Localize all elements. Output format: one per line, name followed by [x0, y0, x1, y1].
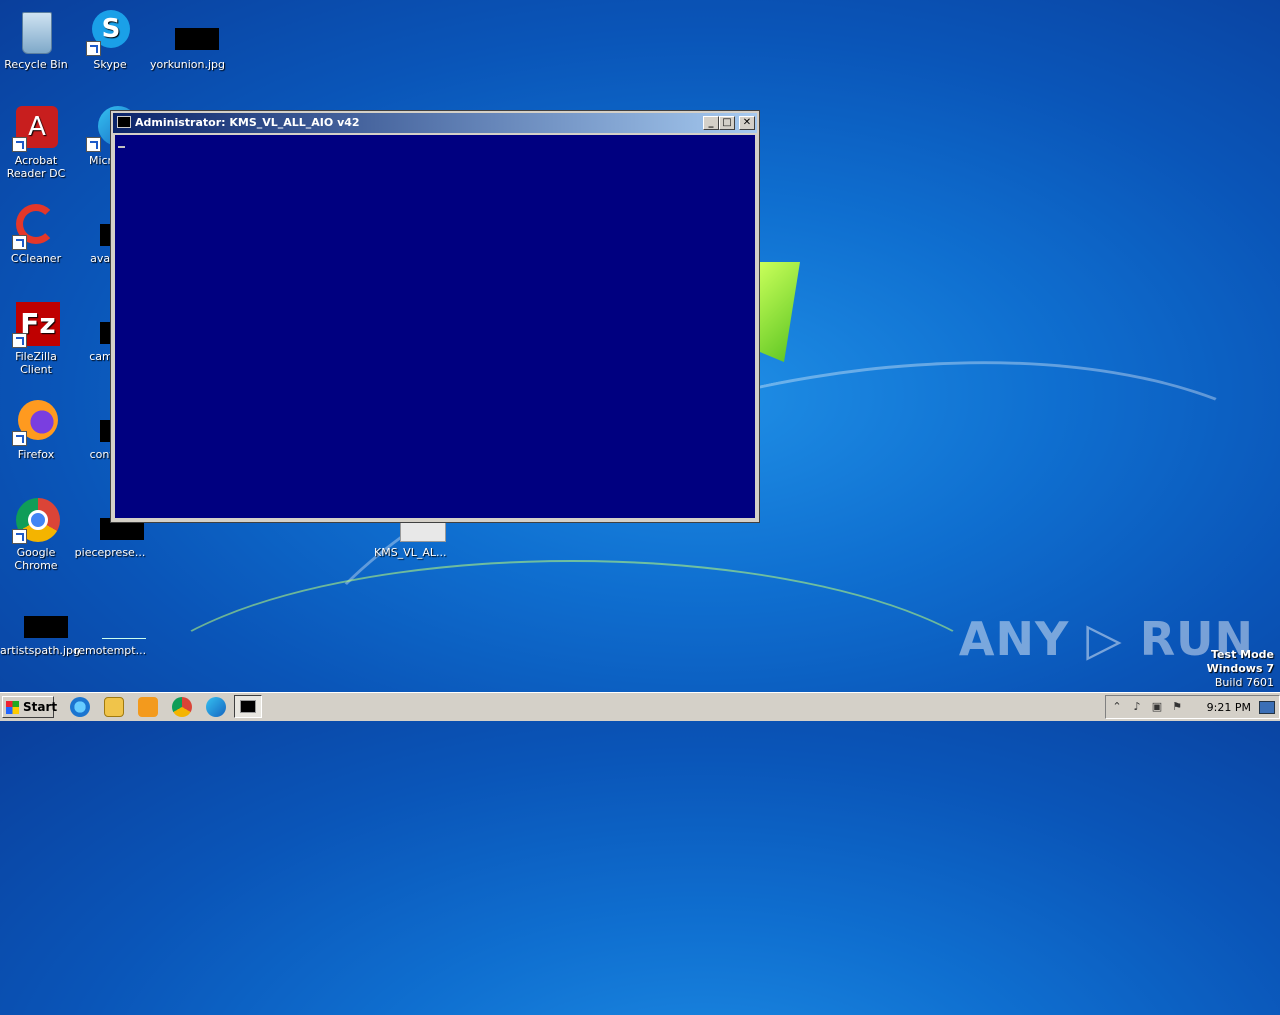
- minimize-button[interactable]: _: [703, 116, 719, 130]
- desktop-icon-label: artistspath.jpg: [0, 644, 80, 657]
- chrome-taskbar-icon[interactable]: [172, 697, 192, 717]
- window-title: Administrator: KMS_VL_ALL_AIO v42: [135, 116, 360, 129]
- text-cursor: [118, 146, 125, 148]
- acrobat-icon: A: [12, 104, 60, 152]
- shortcut-arrow-icon: [12, 235, 27, 250]
- cmd-icon: [240, 700, 256, 713]
- cmd-taskbar-button[interactable]: [234, 695, 262, 718]
- filezilla-icon: Fz: [12, 300, 60, 348]
- media-player-icon[interactable]: [138, 697, 158, 717]
- desktop-icon-label: CCleaner: [10, 252, 62, 265]
- desktop-icon-label: Skype: [93, 58, 127, 71]
- desktop-icon-skype[interactable]: S Skype: [74, 8, 146, 71]
- chrome-icon: [12, 496, 60, 544]
- shortcut-arrow-icon: [12, 137, 27, 152]
- console-output-area[interactable]: [115, 135, 755, 518]
- desktop-icon-remotempt[interactable]: remotempt...: [74, 594, 146, 657]
- explorer-icon[interactable]: [104, 697, 124, 717]
- close-button[interactable]: ✕: [739, 116, 755, 130]
- windows-version-line: Windows 7: [1206, 662, 1274, 675]
- shortcut-arrow-icon: [12, 529, 27, 544]
- ie-icon[interactable]: [70, 697, 90, 717]
- ccleaner-icon: [12, 202, 60, 250]
- maximize-button[interactable]: □: [719, 116, 735, 130]
- test-mode-line: Test Mode: [1211, 648, 1274, 661]
- desktop-icon-label: FileZilla Client: [15, 350, 57, 376]
- taskbar: Start ⌃ ♪ ▣ ⚑ 9:21 PM: [0, 692, 1280, 721]
- build-line: Build 7601: [1214, 676, 1274, 689]
- shortcut-arrow-icon: [12, 431, 27, 446]
- show-desktop-icon[interactable]: [1259, 701, 1275, 714]
- skype-icon: S: [86, 8, 134, 56]
- desktop-icon-firefox[interactable]: Firefox: [0, 398, 72, 461]
- action-center-flag-icon[interactable]: ⚑: [1170, 701, 1184, 713]
- test-mode-notice: Test Mode Windows 7 Build 7601: [1207, 648, 1274, 690]
- desktop-icon-recycle-bin[interactable]: Recycle Bin: [0, 8, 72, 71]
- file-icon: [86, 594, 146, 642]
- desktop-icon-label: yorkunion.jpg: [150, 58, 226, 71]
- desktop-icon-label: piecepresе...: [74, 546, 146, 559]
- desktop-icon-acrobat[interactable]: A Acrobat Reader DC: [0, 104, 72, 180]
- desktop-icon-chrome[interactable]: Google Chrome: [0, 496, 72, 572]
- desktop-icon-ccleaner[interactable]: CCleaner: [0, 202, 72, 265]
- desktop-icon-label: Firefox: [17, 448, 55, 461]
- desktop-icon-label: remotempt...: [74, 644, 147, 657]
- window-titlebar[interactable]: Administrator: KMS_VL_ALL_AIO v42 _ □ ✕: [113, 113, 757, 133]
- desktop-icon-artistspath[interactable]: artistspath.jpg: [0, 594, 80, 657]
- start-button[interactable]: Start: [2, 696, 58, 718]
- recycle-bin-icon: [12, 8, 60, 56]
- volume-icon[interactable]: ♪: [1130, 701, 1144, 713]
- windows-logo-icon: [6, 701, 19, 714]
- image-file-icon: [12, 594, 68, 642]
- image-file-icon: [162, 8, 219, 56]
- clock[interactable]: 9:21 PM: [1207, 701, 1251, 714]
- desktop-icon-yorkunion[interactable]: yorkunion.jpg: [150, 8, 226, 71]
- system-tray: ⌃ ♪ ▣ ⚑ 9:21 PM: [1105, 695, 1280, 719]
- wallpaper-leaf: [760, 262, 800, 362]
- start-label: Start: [23, 700, 58, 714]
- network-icon[interactable]: ▣: [1150, 701, 1164, 713]
- shortcut-arrow-icon: [86, 137, 101, 152]
- desktop-icon-label: Recycle Bin: [4, 58, 68, 71]
- desktop-icon-label: Google Chrome: [14, 546, 58, 572]
- show-hidden-icons-icon[interactable]: ⌃: [1110, 701, 1124, 713]
- shortcut-arrow-icon: [12, 333, 27, 348]
- console-window[interactable]: Administrator: KMS_VL_ALL_AIO v42 _ □ ✕: [110, 110, 760, 523]
- edge-taskbar-icon[interactable]: [206, 697, 226, 717]
- shortcut-arrow-icon: [86, 41, 101, 56]
- desktop-icon-filezilla[interactable]: Fz FileZilla Client: [0, 300, 72, 376]
- desktop-icon-label: Acrobat Reader DC: [6, 154, 66, 180]
- desktop-icon-label: KMS_VL_AL...: [374, 546, 447, 559]
- firefox-icon: [12, 398, 60, 446]
- cmd-icon: [117, 116, 131, 128]
